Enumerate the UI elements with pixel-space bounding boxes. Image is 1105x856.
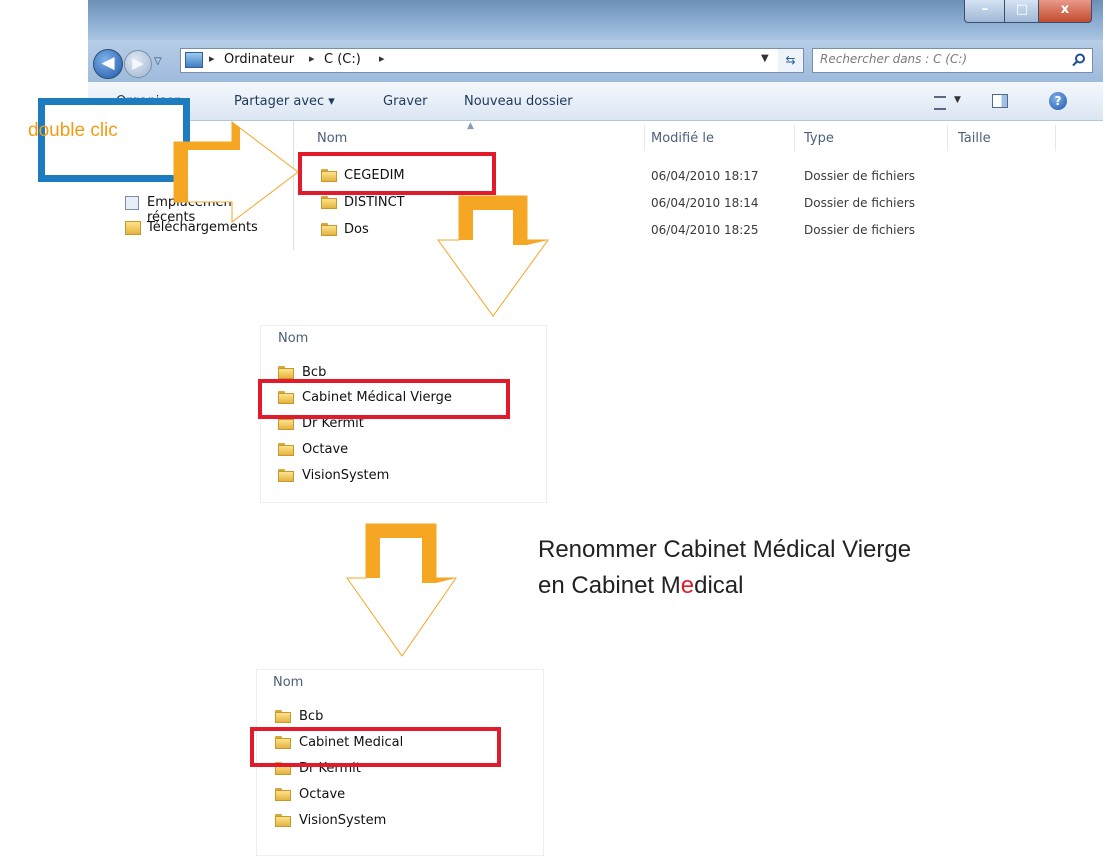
folder-name: Bcb	[302, 365, 327, 380]
arrow-overlay	[173, 120, 549, 657]
folder-icon	[275, 788, 291, 801]
instruction-line-2: en Cabinet Medical	[538, 568, 911, 604]
list-item[interactable]: Octave	[257, 785, 543, 807]
folder-name: Bcb	[299, 709, 324, 724]
folder-icon	[278, 366, 294, 379]
rename-instruction: Renommer Cabinet Médical Vierge en Cabin…	[538, 532, 911, 604]
list-item[interactable]: VisionSystem	[257, 811, 543, 833]
arrow-right-to-cegedim	[173, 120, 299, 224]
folder-icon	[278, 443, 294, 456]
folder-name: Octave	[302, 442, 349, 457]
highlight-cabinet-medical	[250, 727, 501, 767]
panel-header-name: Nom	[273, 675, 304, 690]
folder-name: Octave	[299, 787, 346, 802]
list-item[interactable]: Bcb	[257, 707, 543, 729]
folder-icon	[278, 469, 294, 482]
highlight-cabinet-medical-vierge	[258, 379, 510, 419]
instruction-highlight-letter: e	[680, 572, 695, 599]
arrow-down-1	[437, 195, 549, 317]
instruction-line-1: Renommer Cabinet Médical Vierge	[538, 536, 912, 563]
folder-icon	[275, 710, 291, 723]
panel-header-name: Nom	[278, 331, 309, 346]
folder-name: VisionSystem	[299, 813, 387, 828]
arrow-down-2	[346, 523, 457, 657]
instruction-line-2-start: en Cabinet M	[538, 572, 681, 599]
instruction-line-2-end: dical	[694, 572, 744, 599]
list-item[interactable]: VisionSystem	[261, 466, 546, 488]
folder-icon	[275, 814, 291, 827]
folder-name: VisionSystem	[302, 468, 390, 483]
list-item[interactable]: Octave	[261, 440, 546, 462]
